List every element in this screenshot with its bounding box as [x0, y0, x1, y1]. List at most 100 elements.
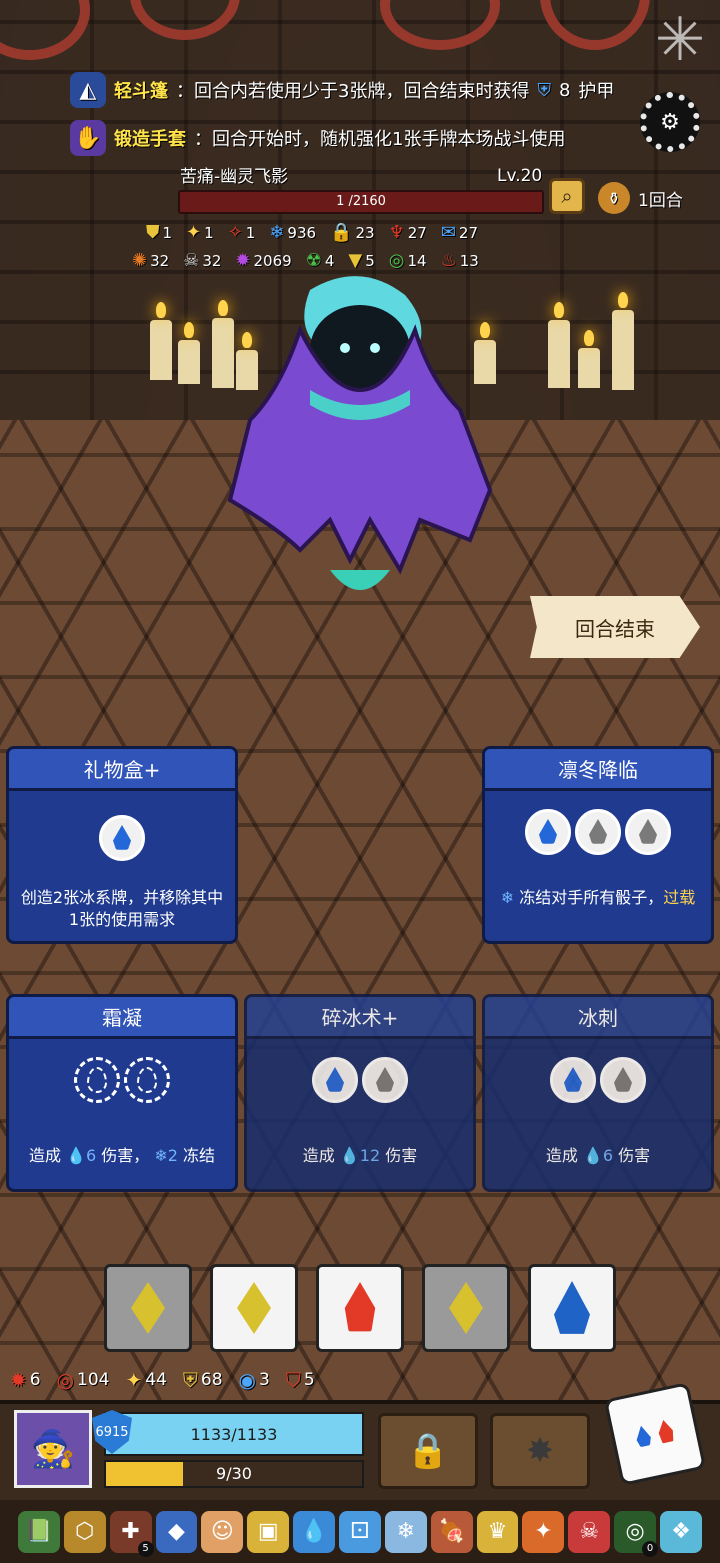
card-frost[interactable]: 霜凝 造成 💧6 伤害， ❄2 冻结 — [6, 994, 238, 1192]
card-gift-box[interactable]: 礼物盒+ 创造2张冰系牌，并移除其中1张的使用需求 — [6, 746, 238, 944]
ghost-boss-sprite[interactable] — [190, 270, 530, 610]
player-avatar[interactable]: 🧙 — [14, 1410, 92, 1488]
ice-crystal-icon[interactable]: ❖ — [660, 1510, 702, 1553]
inspect-magnifier-icon[interactable]: ⌕ — [549, 178, 585, 214]
claw-icon: ✧ — [227, 222, 243, 243]
card-description: 造成 💧6 伤害， ❄2 冻结 — [17, 1145, 227, 1167]
dice-slot[interactable] — [575, 809, 621, 855]
die-flame[interactable] — [316, 1264, 404, 1352]
dice-slot[interactable] — [99, 815, 145, 861]
roll-dice-button[interactable] — [603, 1382, 707, 1486]
face-coin-icon[interactable]: ☺ — [201, 1510, 244, 1553]
crown-icon[interactable]: ♛ — [476, 1510, 519, 1553]
burst-icon: ✹ — [10, 1368, 27, 1392]
boss-stat[interactable]: ✹ 2069 — [235, 250, 291, 271]
dice-slot[interactable] — [124, 1057, 170, 1103]
ghost-tail — [330, 570, 390, 590]
boss-stat[interactable]: ⛊ 1 — [146, 222, 172, 243]
mask-icon[interactable]: ☠ — [568, 1510, 611, 1553]
player-stat-value: 5 — [303, 1370, 315, 1390]
card-title: 凛冬降临 — [485, 749, 711, 791]
boss-stat[interactable]: ✉ 27 — [441, 222, 478, 243]
blue-die-icon[interactable]: ⚀ — [339, 1510, 381, 1553]
card-desc-overload: 过载 — [663, 888, 696, 907]
buff-cloak[interactable]: ◭ 轻斗篷 ：回合内若使用少于3张牌，回合结束时获得 ⛨ 8 护甲 — [70, 68, 614, 112]
card-ice-spike[interactable]: 冰刺 造成 💧6 伤害 — [482, 994, 714, 1192]
player-stat[interactable]: ⛉ 5 — [286, 1368, 315, 1392]
flame-icon — [344, 1282, 376, 1332]
blue-block-icon[interactable]: ◆ — [155, 1510, 198, 1553]
boss-stat[interactable]: ☠ 32 — [183, 250, 221, 271]
card-ice-shatter[interactable]: 碎冰术+ 造成 💧12 伤害 — [244, 994, 476, 1192]
card-dice-slots — [485, 809, 711, 855]
demon-icon: ♆ — [388, 222, 405, 243]
cross-shield-icon[interactable]: ✚ 5 — [109, 1510, 154, 1557]
boss-stat-value: 27 — [458, 223, 478, 242]
shatter-action-button[interactable]: ✸ — [490, 1413, 590, 1489]
boss-hp-text: 1 /2160 — [336, 194, 386, 209]
boss-stat[interactable]: ❄ 936 — [269, 222, 316, 243]
boss-stat-value: 1 — [204, 223, 214, 242]
player-stat[interactable]: ◎ 104 — [57, 1368, 110, 1392]
dice-slot[interactable] — [550, 1057, 596, 1103]
boss-stat[interactable]: ◎ 14 — [389, 250, 427, 271]
snowflake-icon: ❄ — [500, 888, 515, 907]
green-book-icon[interactable]: 📗 — [18, 1510, 60, 1553]
dice-slot[interactable] — [525, 809, 571, 855]
lock-action-button[interactable]: 🔒 — [378, 1413, 478, 1489]
die-diamond[interactable] — [210, 1264, 298, 1352]
gold-box-icon[interactable]: ▣ — [247, 1510, 290, 1553]
die-drop[interactable] — [528, 1264, 616, 1352]
die-diamond[interactable] — [104, 1264, 192, 1352]
burst-icon: ✹ — [235, 250, 251, 271]
boss-stat[interactable]: ♆ 27 — [389, 222, 427, 243]
turn-count-text: 1回合 — [638, 190, 683, 211]
boss-stat[interactable]: ✺ 32 — [132, 250, 169, 271]
spark-icon: ✦ — [125, 1368, 143, 1392]
player-stat[interactable]: ⛨ 68 — [183, 1368, 223, 1392]
diamond-icon — [131, 1282, 165, 1334]
dice-slot[interactable] — [600, 1057, 646, 1103]
diamond-icon — [237, 1282, 271, 1334]
card-desc-text: 伤害 — [618, 1146, 651, 1165]
dice-slot[interactable] — [362, 1057, 408, 1103]
boss-stat[interactable]: ☢ 4 — [306, 250, 335, 271]
player-stat[interactable]: ✦ 44 — [126, 1368, 167, 1392]
card-desc-text: 冻结对手所有骰子， — [519, 888, 664, 907]
empty-drop-icon — [137, 1067, 157, 1093]
card-title: 霜凝 — [9, 997, 235, 1039]
card-desc-text: 造成 — [28, 1146, 61, 1165]
card-desc-text: 伤害， — [101, 1146, 150, 1165]
player-stat-value: 44 — [145, 1370, 167, 1390]
fire-gem-icon[interactable]: ✦ — [522, 1510, 565, 1553]
boss-stat[interactable]: ▼ 5 — [348, 250, 374, 271]
boss-stats-row-1: ⛊ 1 ✦ 1 ✧ 1 ❄ 936 🔒 23 ♆ 27 ✉ 27 — [146, 222, 478, 243]
card-dice-slots — [9, 815, 235, 861]
dice-slot[interactable] — [74, 1057, 120, 1103]
boss-stat[interactable]: ✦ 1 — [186, 222, 214, 243]
settings-gear-icon[interactable]: ⚙ — [640, 92, 700, 152]
player-energy-text: 9/30 — [216, 1464, 252, 1483]
boss-hp-bar: 1 /2160 — [178, 190, 544, 214]
player-stat[interactable]: ◉ 3 — [239, 1368, 270, 1392]
die-diamond[interactable] — [422, 1264, 510, 1352]
player-stat[interactable]: ✹ 6 — [10, 1368, 41, 1392]
dice-slot[interactable] — [625, 809, 671, 855]
grey-drop-icon — [589, 819, 607, 844]
dice-slot[interactable] — [312, 1057, 358, 1103]
water-drop-icon[interactable]: 💧 — [293, 1510, 336, 1553]
boss-stat[interactable]: ♨ 13 — [441, 250, 479, 271]
boss-stat[interactable]: ✧ 1 — [228, 222, 256, 243]
gold-hex-icon[interactable]: ⬡ — [63, 1510, 106, 1553]
grey-drop-icon — [614, 1067, 632, 1092]
boss-stat-value: 1 — [162, 223, 173, 242]
spiral-icon: ◎ — [388, 250, 405, 271]
meat-icon[interactable]: 🍖 — [430, 1510, 473, 1553]
boss-stat[interactable]: 🔒 23 — [330, 222, 375, 243]
card-winter-falls[interactable]: 凛冬降临 ❄ 冻结对手所有骰子，过载 — [482, 746, 714, 944]
end-turn-button[interactable]: 回合结束 — [530, 596, 700, 658]
buff-gauntlet[interactable]: ✋ 锻造手套 ：回合开始时，随机强化1张手牌本场战斗使用 — [70, 116, 565, 160]
wreath-icon[interactable]: ◎ 0 — [614, 1510, 659, 1557]
drop-icon — [554, 1281, 590, 1334]
ice-shard-icon[interactable]: ❄ — [384, 1510, 427, 1553]
